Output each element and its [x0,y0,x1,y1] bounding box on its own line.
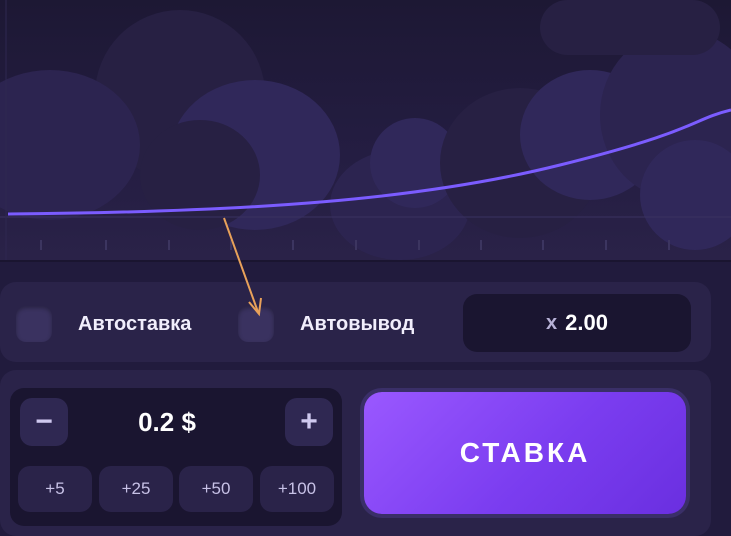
autocashout-label: Автовывод [300,313,415,335]
quick-add-5-button[interactable]: +5 [18,466,92,512]
axis-tick [40,240,42,250]
axis-tick [418,240,420,250]
plus-icon: + [300,405,318,438]
axis-tick [292,240,294,250]
minus-icon: − [35,405,53,438]
axis-tick [480,240,482,250]
multiplier-value: 2.00 [565,310,608,335]
autocashout-checkbox[interactable] [238,306,274,342]
game-scene [0,0,731,260]
multiplier-graph [0,0,731,260]
place-bet-button[interactable]: СТАВКА [364,392,686,514]
decrease-bet-button[interactable]: − [20,398,68,446]
axis-tick [355,240,357,250]
quick-add-100-button[interactable]: +100 [260,466,334,512]
multiplier-curve [7,108,731,216]
multiplier-prefix: x [546,311,558,334]
axis-tick [168,240,170,250]
bet-amount-value[interactable]: 0.2 $ [82,398,252,446]
axis-tick [230,240,232,250]
axis-tick [105,240,107,250]
axis-tick [668,240,670,250]
autocashout-multiplier-input[interactable]: x 2.00 [463,294,691,352]
quick-add-50-button[interactable]: +50 [179,466,253,512]
axis-tick [605,240,607,250]
increase-bet-button[interactable]: + [285,398,333,446]
autobet-label: Автоставка [78,313,192,335]
axis-tick [542,240,544,250]
autobet-checkbox[interactable] [16,306,52,342]
quick-add-25-button[interactable]: +25 [99,466,173,512]
